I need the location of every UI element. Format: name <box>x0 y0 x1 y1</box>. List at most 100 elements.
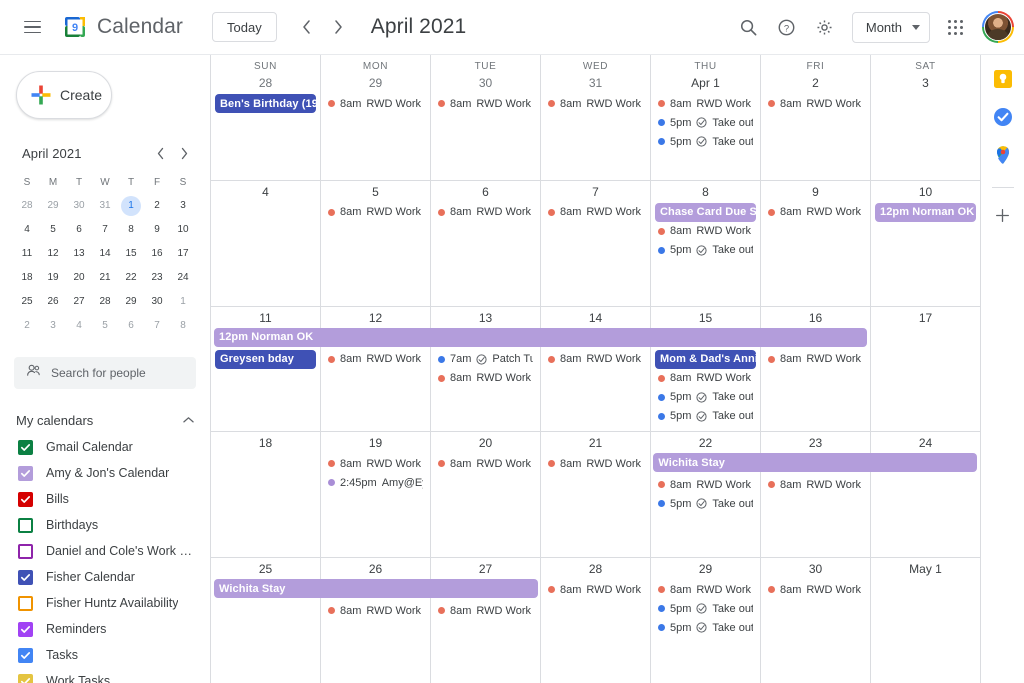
mini-calendar-day[interactable]: 6 <box>66 219 92 241</box>
calendar-event-chip[interactable]: 8amRWD Work <box>545 350 646 369</box>
calendar-day-cell[interactable]: 68amRWD Work <box>430 181 540 306</box>
calendar-list-item[interactable]: Gmail Calendar <box>0 434 210 460</box>
mini-calendar-day[interactable]: 11 <box>14 243 40 265</box>
mini-calendar-day[interactable]: 26 <box>40 291 66 313</box>
calendar-event-chip[interactable]: 5pmTake out re <box>655 113 756 132</box>
mini-calendar-day[interactable]: 3 <box>170 195 196 217</box>
calendar-day-cell[interactable]: SAT3 <box>870 55 980 180</box>
mini-calendar-day[interactable]: 21 <box>92 267 118 289</box>
calendar-event-chip[interactable]: 5pmTake out re <box>655 599 756 618</box>
calendar-event-chip[interactable]: 8amRWD Work <box>655 475 756 494</box>
calendar-day-number[interactable]: 18 <box>211 435 320 452</box>
calendar-day-number[interactable]: 15 <box>651 310 760 327</box>
mini-prev-month-button[interactable] <box>148 141 172 165</box>
calendar-day-number[interactable]: 24 <box>871 435 980 452</box>
calendar-day-number[interactable]: 27 <box>431 561 540 578</box>
calendar-list-item[interactable]: Fisher Calendar <box>0 564 210 590</box>
mini-calendar-day[interactable]: 2 <box>144 195 170 217</box>
mini-calendar-day[interactable]: 28 <box>92 291 118 313</box>
calendar-day-cell[interactable]: MON298amRWD Work <box>320 55 430 180</box>
calendar-day-number[interactable]: 12 <box>321 310 430 327</box>
calendar-day-cell[interactable]: 238amRWD Work <box>760 432 870 557</box>
calendar-day-cell[interactable]: 15Mom & Dad's Annive8amRWD Work5pmTake o… <box>650 307 760 432</box>
mini-calendar-day[interactable]: 29 <box>40 195 66 217</box>
calendar-list-item[interactable]: Reminders <box>0 616 210 642</box>
calendar-day-cell[interactable]: SUN28Ben's Birthday (1981 <box>211 55 320 180</box>
calendar-day-number[interactable]: 14 <box>541 310 650 327</box>
hamburger-menu-icon[interactable] <box>12 7 52 47</box>
calendar-event-chip[interactable]: 8amRWD Work <box>765 203 866 222</box>
calendar-day-cell[interactable]: 268amRWD Work <box>320 558 430 683</box>
mini-calendar-day[interactable]: 8 <box>118 219 144 241</box>
mini-calendar-day[interactable]: 17 <box>170 243 196 265</box>
mini-calendar-day[interactable]: 12 <box>40 243 66 265</box>
calendar-day-number[interactable]: 20 <box>431 435 540 452</box>
calendar-day-number[interactable]: 28 <box>541 561 650 578</box>
calendar-day-cell[interactable]: 25 <box>211 558 320 683</box>
calendar-day-cell[interactable]: 228amRWD Work5pmTake out træ <box>650 432 760 557</box>
calendar-multiday-event-bar[interactable]: Wichita Stay <box>214 579 538 598</box>
calendar-day-number[interactable]: 6 <box>431 184 540 201</box>
calendar-day-cell[interactable]: 17 <box>870 307 980 432</box>
calendar-day-cell[interactable]: 298amRWD Work5pmTake out re5pmTake out t… <box>650 558 760 683</box>
calendar-day-cell[interactable]: 137amPatch Tues8amRWD Work <box>430 307 540 432</box>
calendar-event-chip[interactable]: 8amRWD Work <box>655 94 756 113</box>
calendar-event-chip[interactable]: 5pmTake out træ <box>655 241 756 260</box>
calendar-event-block[interactable]: 12pm Norman OK <box>875 203 976 222</box>
mini-calendar-day[interactable]: 18 <box>14 267 40 289</box>
calendar-checkbox[interactable] <box>18 466 33 481</box>
calendar-event-chip[interactable]: 8amRWD Work <box>435 369 536 388</box>
calendar-day-cell[interactable]: THUApr 18amRWD Work5pmTake out re5pmTake… <box>650 55 760 180</box>
calendar-day-number[interactable]: 31 <box>541 75 650 92</box>
mini-calendar-day[interactable]: 23 <box>144 267 170 289</box>
calendar-event-chip[interactable]: 8amRWD Work <box>325 454 426 473</box>
mini-calendar-day[interactable]: 9 <box>144 219 170 241</box>
calendar-day-number[interactable]: 17 <box>871 310 980 327</box>
calendar-day-cell[interactable]: 8Chase Card Due Soo8amRWD Work5pmTake ou… <box>650 181 760 306</box>
calendar-day-number[interactable]: 29 <box>651 561 760 578</box>
calendar-day-cell[interactable]: 4 <box>211 181 320 306</box>
mini-calendar-day[interactable]: 31 <box>92 195 118 217</box>
calendar-event-chip[interactable]: 5pmTake out træ <box>655 407 756 426</box>
chevron-up-icon[interactable] <box>176 408 200 432</box>
calendar-day-number[interactable]: Apr 1 <box>651 75 760 92</box>
calendar-checkbox[interactable] <box>18 492 33 507</box>
previous-month-button[interactable] <box>291 11 323 43</box>
calendar-day-cell[interactable]: 28 8amRWD Work <box>540 558 650 683</box>
calendar-event-block[interactable]: Greysen bday <box>215 350 316 369</box>
mini-calendar-day[interactable]: 14 <box>92 243 118 265</box>
calendar-checkbox[interactable] <box>18 570 33 585</box>
calendar-day-cell[interactable]: 1012pm Norman OK <box>870 181 980 306</box>
calendar-multiday-event-bar[interactable]: 12pm Norman OK <box>214 328 867 347</box>
calendar-day-number[interactable]: 16 <box>761 310 870 327</box>
calendar-list-item[interactable]: Daniel and Cole's Work Sc... <box>0 538 210 564</box>
calendar-event-chip[interactable]: 5pmTake out træ <box>655 494 756 513</box>
calendar-day-number[interactable]: 26 <box>321 561 430 578</box>
mini-calendar-day[interactable]: 2 <box>14 315 40 337</box>
calendar-day-number[interactable]: 7 <box>541 184 650 201</box>
calendar-event-chip[interactable]: 8amRWD Work <box>325 203 426 222</box>
calendar-day-number[interactable]: 30 <box>431 75 540 92</box>
calendar-event-chip[interactable]: 8amRWD Work <box>545 580 646 599</box>
calendar-event-chip[interactable]: 7amPatch Tues <box>435 350 536 369</box>
calendar-event-chip[interactable]: 8amRWD Work <box>435 601 536 620</box>
calendar-day-cell[interactable]: 18 <box>211 432 320 557</box>
calendar-event-chip[interactable]: 8amRWD Work <box>545 94 646 113</box>
calendar-list-item[interactable]: Bills <box>0 486 210 512</box>
calendar-checkbox[interactable] <box>18 674 33 683</box>
calendar-day-cell[interactable]: 308amRWD Work <box>760 558 870 683</box>
calendar-day-cell[interactable]: FRI28amRWD Work <box>760 55 870 180</box>
calendar-day-cell[interactable]: 24 <box>870 432 980 557</box>
calendar-checkbox[interactable] <box>18 596 33 611</box>
gear-icon[interactable] <box>806 8 844 46</box>
plus-icon[interactable] <box>995 208 1010 227</box>
calendar-event-chip[interactable]: 8amRWD Work <box>765 350 866 369</box>
calendar-day-cell[interactable]: 218amRWD Work <box>540 432 650 557</box>
calendar-event-chip[interactable]: 8amRWD Work <box>435 94 536 113</box>
mini-calendar-day[interactable]: 3 <box>40 315 66 337</box>
calendar-day-number[interactable]: May 1 <box>871 561 980 578</box>
calendar-day-number[interactable]: 25 <box>211 561 320 578</box>
calendar-day-number[interactable]: 2 <box>761 75 870 92</box>
mini-calendar-day[interactable]: 7 <box>144 315 170 337</box>
calendar-day-cell[interactable]: 128amRWD Work <box>320 307 430 432</box>
